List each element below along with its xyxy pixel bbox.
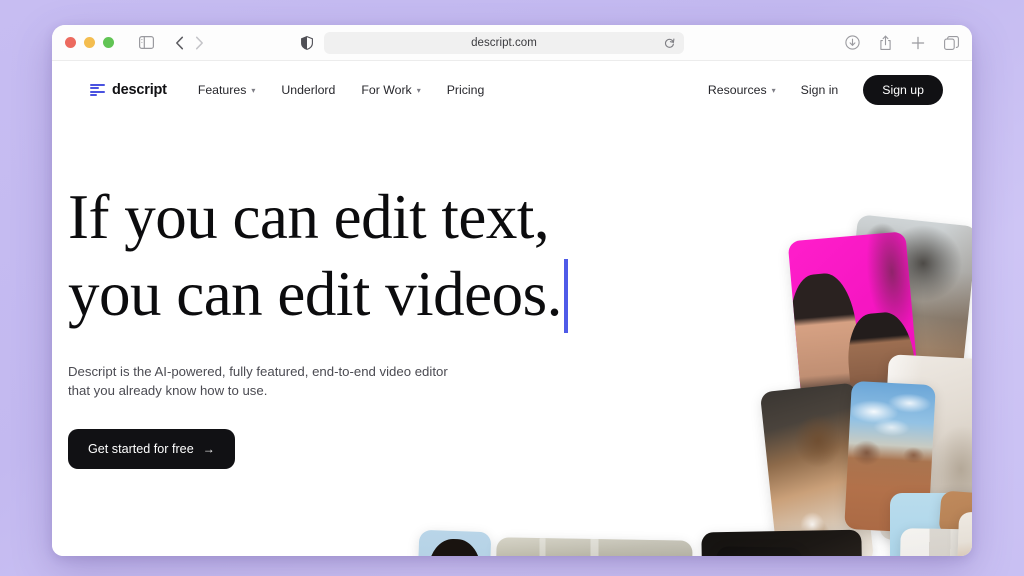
get-started-button[interactable]: Get started for free → (68, 429, 235, 470)
man-with-glasses-photo (416, 529, 492, 556)
sign-in-label: Sign in (800, 83, 839, 97)
nav-item-resources[interactable]: Resources ▾ (708, 83, 776, 97)
tab-overview-icon[interactable] (944, 35, 959, 50)
hero-subtext: Descript is the AI-powered, fully featur… (68, 363, 468, 400)
nav-item-pricing-label: Pricing (446, 83, 485, 97)
nav-right-actions: Resources ▾ Sign in Sign up (708, 75, 943, 105)
webpage-viewport: descript Features ▾ Underlord For Work ▾… (52, 61, 972, 556)
brand-name: descript (112, 82, 167, 98)
nav-item-underlord-label: Underlord (281, 83, 336, 97)
browser-window: descript.com descript Features ▾ Underlo… (52, 25, 972, 556)
plus-icon[interactable] (911, 36, 925, 50)
sidebar-toggle-icon[interactable] (139, 36, 154, 49)
hands-on-table-photo (956, 511, 972, 556)
hero-subtext-line-2: that you already know how to use. (68, 382, 268, 398)
downloads-icon[interactable] (845, 35, 860, 50)
headline-line-2-wrapper: you can edit videos. (68, 256, 628, 333)
hallway-photo (495, 537, 693, 556)
hero-subtext-line-1: Descript is the AI-powered, fully featur… (68, 363, 448, 379)
descript-logo[interactable]: descript (90, 82, 167, 98)
sign-in-link[interactable]: Sign in (801, 83, 839, 97)
chevron-down-icon: ▾ (251, 86, 256, 95)
forward-arrow-icon[interactable] (195, 36, 204, 50)
nav-item-features-label: Features (197, 83, 247, 97)
browser-toolbar: descript.com (52, 25, 972, 61)
nav-links: Features ▾ Underlord For Work ▾ Pricing (198, 83, 485, 97)
window-traffic-lights (65, 37, 114, 48)
share-icon[interactable] (879, 35, 892, 51)
arrow-right-icon: → (202, 442, 215, 457)
address-bar[interactable]: descript.com (324, 31, 684, 54)
privacy-shield-icon[interactable] (301, 35, 313, 50)
nav-item-underlord[interactable]: Underlord (281, 83, 335, 97)
close-window-button[interactable] (65, 37, 76, 48)
nav-item-features[interactable]: Features ▾ (198, 83, 256, 97)
url-text: descript.com (471, 36, 537, 49)
back-arrow-icon[interactable] (175, 36, 184, 50)
nav-item-resources-label: Resources (707, 83, 767, 97)
nav-item-for-work[interactable]: For Work ▾ (361, 83, 420, 97)
site-navigation-bar: descript Features ▾ Underlord For Work ▾… (52, 61, 972, 119)
microphone-photo (715, 546, 803, 556)
zoom-window-button[interactable] (103, 37, 114, 48)
headline-line-1: If you can edit text, (68, 182, 550, 252)
hero-headline: If you can edit text, you can edit video… (68, 179, 628, 333)
toolbar-right-actions (845, 35, 959, 51)
descript-mark-icon (90, 83, 105, 98)
nav-item-for-work-label: For Work (361, 83, 412, 97)
browser-nav-arrows (175, 36, 204, 50)
chevron-down-icon: ▾ (416, 86, 421, 95)
minimize-window-button[interactable] (84, 37, 95, 48)
sign-up-button[interactable]: Sign up (863, 75, 943, 105)
headline-line-2: you can edit videos. (68, 258, 562, 329)
reload-icon[interactable] (664, 37, 675, 48)
nav-item-pricing[interactable]: Pricing (447, 83, 485, 97)
chevron-down-icon: ▾ (771, 86, 776, 95)
get-started-label: Get started for free (88, 442, 194, 457)
text-cursor-caret (563, 258, 568, 333)
hero-section: If you can edit text, you can edit video… (68, 179, 628, 470)
